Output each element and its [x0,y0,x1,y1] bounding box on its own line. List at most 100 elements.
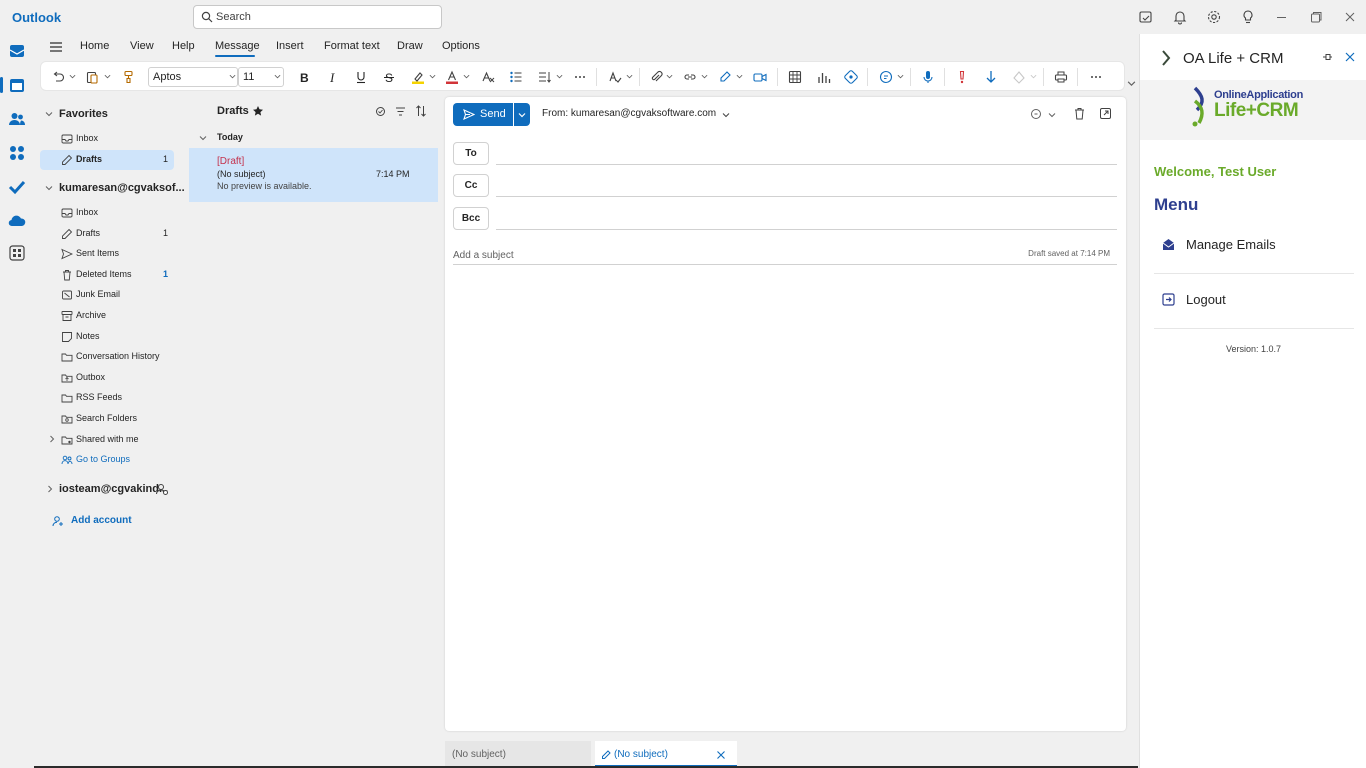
tab-draw[interactable]: Draw [397,40,423,52]
account-header[interactable]: kumaresan@cgvaksof... [59,182,185,194]
chevron-down-icon[interactable] [69,73,76,80]
calendar-icon[interactable] [8,76,26,94]
mail-icon[interactable] [8,42,26,60]
send-button[interactable]: Send [453,103,513,126]
menu-item-logout[interactable]: Logout [1154,281,1354,321]
chevron-down-icon[interactable] [556,73,563,80]
copilot-icon[interactable] [879,70,893,84]
todo-icon[interactable] [8,178,26,196]
close-icon[interactable] [1344,51,1356,63]
close-icon[interactable] [1342,9,1358,25]
restore-icon[interactable] [1308,9,1324,25]
menu-item-manage-emails[interactable]: Manage Emails [1154,226,1354,266]
folder-item[interactable]: Inbox [40,203,174,223]
chevron-right-icon[interactable] [46,485,54,493]
onedrive-icon[interactable] [8,212,26,230]
chevron-down-icon[interactable] [1030,73,1037,80]
signature-icon[interactable] [719,70,733,84]
chart-icon[interactable] [817,70,831,84]
add-account-link[interactable]: Add account [71,515,132,526]
search-box[interactable] [193,5,442,29]
strikethrough-icon[interactable]: S [382,70,396,84]
message-body[interactable] [453,272,1117,722]
table-icon[interactable] [788,70,802,84]
folder-item[interactable]: Search Folders [40,409,174,429]
link-icon[interactable] [683,70,697,84]
folder-item[interactable]: Archive [40,306,174,326]
undo-icon[interactable] [51,70,65,84]
folder-item[interactable]: Deleted Items 1 [40,265,174,285]
high-importance-icon[interactable] [955,70,969,84]
loop-icon[interactable] [844,70,858,84]
subject-input[interactable] [453,247,953,263]
filter-icon[interactable] [395,106,406,117]
trash-icon[interactable] [1073,107,1086,120]
folder-item[interactable]: Junk Email [40,285,174,305]
minimize-icon[interactable] [1274,9,1290,25]
format-painter-icon[interactable] [121,70,135,84]
send-options-button[interactable] [514,103,530,126]
hamburger-icon[interactable] [49,41,63,53]
chevron-down-icon[interactable] [463,73,470,80]
favorites-header[interactable]: Favorites [59,108,108,120]
folder-item[interactable]: Go to Groups [40,450,174,470]
tab-home[interactable]: Home [80,40,109,52]
lightbulb-icon[interactable] [1240,9,1256,25]
bcc-input[interactable] [496,229,1117,230]
font-name-select[interactable]: Aptos [148,67,238,87]
to-button[interactable]: To [453,142,489,165]
bold-icon[interactable]: B [297,70,311,84]
chevron-down-icon[interactable] [666,73,673,80]
to-input[interactable] [496,164,1117,165]
gear-icon[interactable] [1206,9,1222,25]
font-color-icon[interactable] [445,70,459,84]
chevron-down-icon[interactable] [897,73,904,80]
folder-item[interactable]: Inbox [40,129,174,149]
tab-view[interactable]: View [130,40,154,52]
print-icon[interactable] [1054,70,1068,84]
my-day-icon[interactable] [1138,9,1154,25]
search-input[interactable] [216,9,431,25]
account2-header[interactable]: iosteam@cgvakind... [59,483,168,495]
italic-icon[interactable]: I [326,70,340,84]
chevron-down-icon[interactable] [45,184,53,192]
sensitivity-icon[interactable] [1030,108,1042,120]
chevron-down-icon[interactable] [701,73,708,80]
underline-icon[interactable] [354,70,368,84]
folder-item[interactable]: Conversation History [40,347,174,367]
folder-item[interactable]: RSS Feeds [40,388,174,408]
chevron-down-icon[interactable] [229,73,236,80]
bullets-icon[interactable] [509,70,523,84]
low-importance-icon[interactable] [984,70,998,84]
more-apps-icon[interactable] [8,244,26,262]
highlight-icon[interactable] [411,70,425,84]
sensitivity-icon[interactable] [1012,70,1026,84]
chevron-down-icon[interactable] [736,73,743,80]
close-icon[interactable] [716,750,726,760]
chevron-down-icon[interactable] [199,134,207,142]
folder-item[interactable]: Outbox [40,368,174,388]
ribbon-expand-icon[interactable] [1127,79,1136,88]
star-icon[interactable] [252,105,264,117]
folder-item[interactable]: Drafts 1 [40,150,174,170]
folder-item[interactable]: Sent Items [40,244,174,264]
attach-icon[interactable] [649,70,663,84]
more-commands-icon[interactable] [1089,70,1103,84]
folder-item[interactable]: Drafts 1 [40,224,174,244]
paragraph-spacing-icon[interactable] [538,70,552,84]
cc-input[interactable] [496,196,1117,197]
clear-formatting-icon[interactable] [481,70,495,84]
video-icon[interactable] [753,70,767,84]
pin-icon[interactable] [1321,51,1333,63]
tab-format-text[interactable]: Format text [324,40,380,52]
tab-options[interactable]: Options [442,40,480,52]
from-field[interactable]: From: kumaresan@cgvaksoftware.com [542,108,716,119]
bell-icon[interactable] [1172,9,1188,25]
pop-out-icon[interactable] [1099,107,1112,120]
tab-help[interactable]: Help [172,40,195,52]
groups-icon[interactable] [8,144,26,162]
tab-message[interactable]: Message [215,40,260,52]
paste-icon[interactable] [85,70,99,84]
editor-icon[interactable] [608,70,622,84]
chevron-down-icon[interactable] [45,110,53,118]
